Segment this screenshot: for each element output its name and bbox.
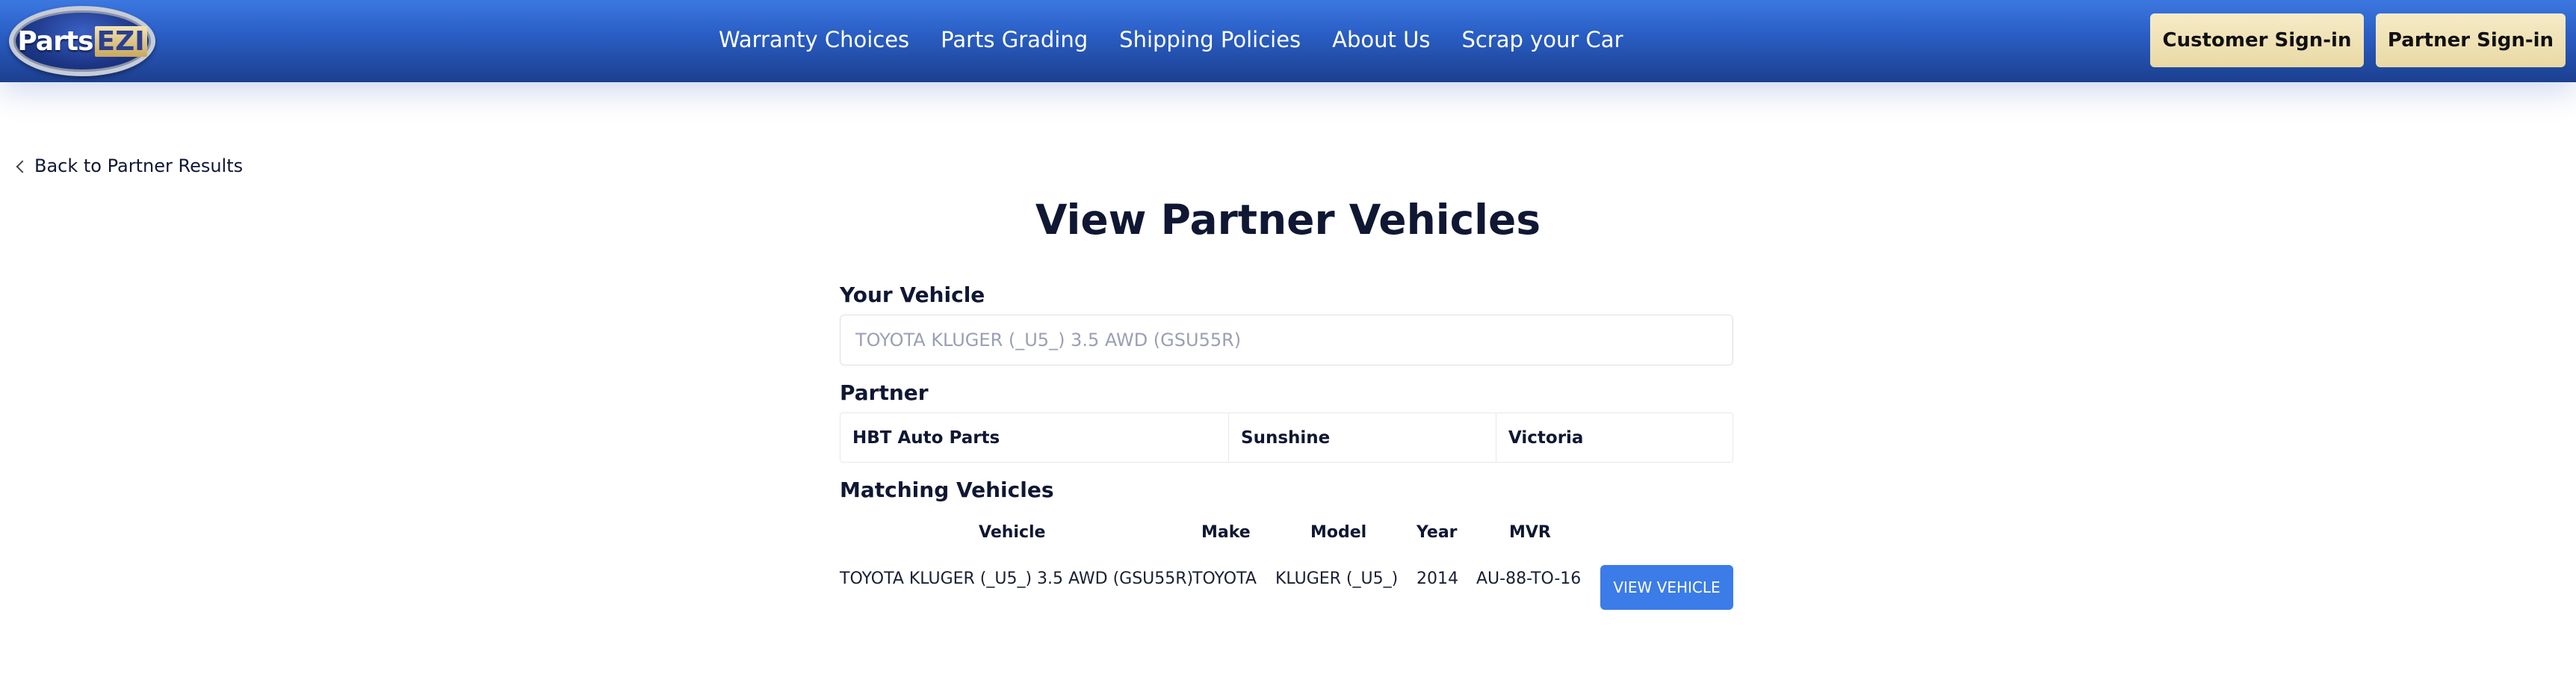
column-header-model: Model xyxy=(1310,523,1367,542)
partner-info-table: HBT Auto Parts Sunshine Victoria xyxy=(840,413,1733,463)
partner-suburb: Sunshine xyxy=(1229,413,1496,462)
cell-model: KLUGER (_U5_) xyxy=(1275,569,1399,588)
back-link-label: Back to Partner Results xyxy=(34,155,244,176)
page-title: View Partner Vehicles xyxy=(1035,196,1541,244)
cell-make: TOYOTA xyxy=(1192,569,1257,588)
main-nav: Warranty Choices Parts Grading Shipping … xyxy=(719,0,1655,79)
partner-state: Victoria xyxy=(1508,427,1584,448)
cell-mvr: AU-88-TO-16 xyxy=(1476,569,1582,588)
matching-vehicles-label: Matching Vehicles xyxy=(840,478,1054,502)
partner-name: HBT Auto Parts xyxy=(840,413,1229,462)
nav-about-us[interactable]: About Us xyxy=(1332,27,1430,52)
nav-scrap-your-car[interactable]: Scrap your Car xyxy=(1461,27,1623,52)
column-header-make: Make xyxy=(1201,523,1251,542)
view-vehicle-button[interactable]: VIEW VEHICLE xyxy=(1600,565,1733,610)
partsezi-logo[interactable]: Parts EZI xyxy=(9,6,155,76)
top-navbar: Parts EZI Warranty Choices Parts Grading… xyxy=(0,0,2576,82)
nav-warranty-choices[interactable]: Warranty Choices xyxy=(719,27,909,52)
nav-parts-grading[interactable]: Parts Grading xyxy=(941,27,1088,52)
column-header-year: Year xyxy=(1417,523,1458,542)
cell-vehicle: TOYOTA KLUGER (_U5_) 3.5 AWD (GSU55R) xyxy=(840,569,1194,588)
nav-shipping-policies[interactable]: Shipping Policies xyxy=(1119,27,1301,52)
partner-label: Partner xyxy=(840,380,929,405)
column-header-vehicle: Vehicle xyxy=(979,523,1046,542)
logo-text: Parts xyxy=(17,25,93,57)
customer-signin-button[interactable]: Customer Sign-in xyxy=(2150,13,2364,67)
partner-signin-button[interactable]: Partner Sign-in xyxy=(2376,13,2566,67)
logo-accent: EZI xyxy=(94,25,147,57)
back-to-partner-results-link[interactable]: Back to Partner Results xyxy=(16,155,244,176)
your-vehicle-label: Your Vehicle xyxy=(840,282,985,307)
cell-year: 2014 xyxy=(1417,569,1458,588)
your-vehicle-field[interactable] xyxy=(840,315,1733,365)
chevron-left-icon xyxy=(16,160,29,173)
column-header-mvr: MVR xyxy=(1509,523,1551,542)
